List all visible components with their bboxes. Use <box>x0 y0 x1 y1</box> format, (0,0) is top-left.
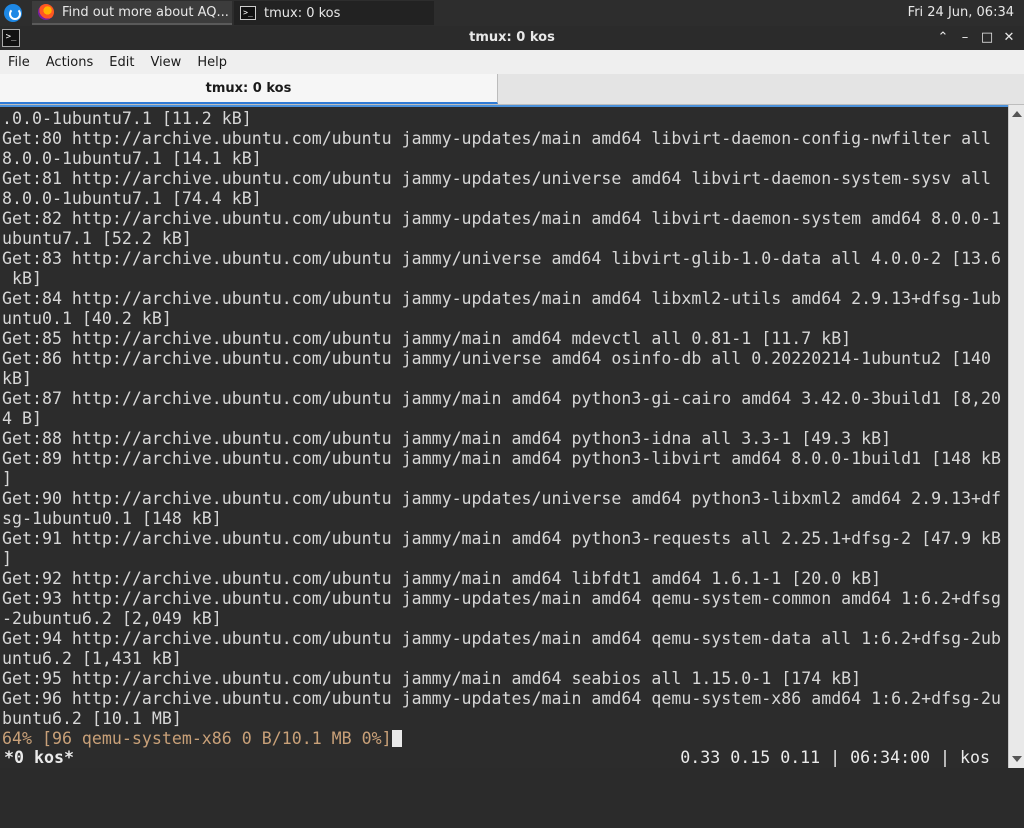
terminal-line: Get:90 http://archive.ubuntu.com/ubuntu … <box>2 489 1002 508</box>
terminal-line: Get:89 http://archive.ubuntu.com/ubuntu … <box>2 449 1002 468</box>
terminal-line: Get:81 http://archive.ubuntu.com/ubuntu … <box>2 169 992 188</box>
terminal-cursor <box>391 730 402 747</box>
window-title: tmux: 0 kos <box>469 30 555 45</box>
menu-actions[interactable]: Actions <box>38 55 102 70</box>
window-titlebar[interactable]: >_ tmux: 0 kos ⌃ – □ ✕ <box>0 26 1024 50</box>
terminal-line: Get:92 http://archive.ubuntu.com/ubuntu … <box>2 569 882 588</box>
terminal-line: Get:93 http://archive.ubuntu.com/ubuntu … <box>2 589 1002 608</box>
terminal-icon: >_ <box>240 6 256 20</box>
terminal-line: Get:87 http://archive.ubuntu.com/ubuntu … <box>2 389 1002 408</box>
taskbar-item-label: tmux: 0 kos <box>264 5 341 21</box>
apt-progress-text: 64% [96 qemu-system-x86 0 B/10.1 MB 0%] <box>2 729 392 748</box>
firefox-icon <box>38 4 54 20</box>
terminal-line: 8.0.0-1ubuntu7.1 [74.4 kB] <box>2 189 262 208</box>
terminal-view[interactable]: .0.0-1ubuntu7.1 [11.2 kB] Get:80 http://a… <box>0 105 1008 768</box>
menubar: File Actions Edit View Help <box>0 50 1024 74</box>
taskbar-item-label: Find out more about AQ... <box>62 4 229 20</box>
minimize-button[interactable]: – <box>956 26 974 50</box>
menu-view[interactable]: View <box>142 55 189 70</box>
tmux-status-bar: *0 kos* 0.33 0.15 0.11 | 06:34:00 | kos <box>0 748 1008 768</box>
scroll-up-arrow-icon[interactable] <box>1012 111 1022 117</box>
menu-edit[interactable]: Edit <box>101 55 142 70</box>
terminal-line: ubuntu7.1 [52.2 kB] <box>2 229 192 248</box>
terminal-line: untu0.1 [40.2 kB] <box>2 309 172 328</box>
terminal-line: 4 B] <box>2 409 42 428</box>
terminal-scrollbar[interactable] <box>1008 105 1024 768</box>
app-launcher-icon[interactable] <box>4 4 22 22</box>
tmux-status-right: 0.33 0.15 0.11 | 06:34:00 | kos <box>680 748 990 767</box>
terminal-line: Get:91 http://archive.ubuntu.com/ubuntu … <box>2 529 1002 548</box>
clock[interactable]: Fri 24 Jun, 06:34 <box>908 5 1014 20</box>
close-button[interactable]: ✕ <box>1000 26 1018 50</box>
scroll-down-arrow-icon[interactable] <box>1012 756 1022 762</box>
menu-help[interactable]: Help <box>189 55 235 70</box>
terminal-prompt-line: 64% [96 qemu-system-x86 0 B/10.1 MB 0%] <box>2 729 1001 749</box>
tmux-window-indicator[interactable]: *0 kos* <box>4 748 74 768</box>
terminal-app-icon[interactable]: >_ <box>2 29 20 47</box>
terminal-line: Get:83 http://archive.ubuntu.com/ubuntu … <box>2 249 1002 268</box>
terminal-line: Get:96 http://archive.ubuntu.com/ubuntu … <box>2 689 1002 708</box>
terminal-line: Get:88 http://archive.ubuntu.com/ubuntu … <box>2 429 892 448</box>
taskbar: Find out more about AQ... >_ tmux: 0 kos… <box>0 0 1024 26</box>
tab-bar: tmux: 0 kos <box>0 74 1024 105</box>
terminal-line: Get:85 http://archive.ubuntu.com/ubuntu … <box>2 329 852 348</box>
terminal-line: sg-1ubuntu0.1 [148 kB] <box>2 509 222 528</box>
terminal-line: -2ubuntu6.2 [2,049 kB] <box>2 609 222 628</box>
tab-tmux[interactable]: tmux: 0 kos <box>0 74 498 104</box>
terminal-line: Get:95 http://archive.ubuntu.com/ubuntu … <box>2 669 862 688</box>
terminal-line: Get:80 http://archive.ubuntu.com/ubuntu … <box>2 129 992 148</box>
terminal-line: buntu6.2 [10.1 MB] <box>2 709 182 728</box>
terminal-output: .0.0-1ubuntu7.1 [11.2 kB] Get:80 http://a… <box>2 109 1001 749</box>
terminal-line: Get:82 http://archive.ubuntu.com/ubuntu … <box>2 209 1002 228</box>
terminal-line: kB] <box>2 369 32 388</box>
terminal-line: untu6.2 [1,431 kB] <box>2 649 182 668</box>
terminal-line: 8.0.0-1ubuntu7.1 [14.1 kB] <box>2 149 262 168</box>
terminal-line: kB] <box>2 269 42 288</box>
terminal-line: Get:86 http://archive.ubuntu.com/ubuntu … <box>2 349 992 368</box>
taskbar-item-browser[interactable]: Find out more about AQ... <box>32 1 232 25</box>
terminal-line: .0.0-1ubuntu7.1 [11.2 kB] <box>2 109 252 128</box>
terminal-line: ] <box>2 469 12 488</box>
taskbar-item-terminal[interactable]: >_ tmux: 0 kos <box>234 1 434 25</box>
terminal-line: Get:94 http://archive.ubuntu.com/ubuntu … <box>2 629 1002 648</box>
menu-file[interactable]: File <box>0 55 38 70</box>
keep-above-button[interactable]: ⌃ <box>934 26 952 50</box>
maximize-button[interactable]: □ <box>978 26 996 50</box>
terminal-line: Get:84 http://archive.ubuntu.com/ubuntu … <box>2 289 1002 308</box>
terminal-line: ] <box>2 549 12 568</box>
